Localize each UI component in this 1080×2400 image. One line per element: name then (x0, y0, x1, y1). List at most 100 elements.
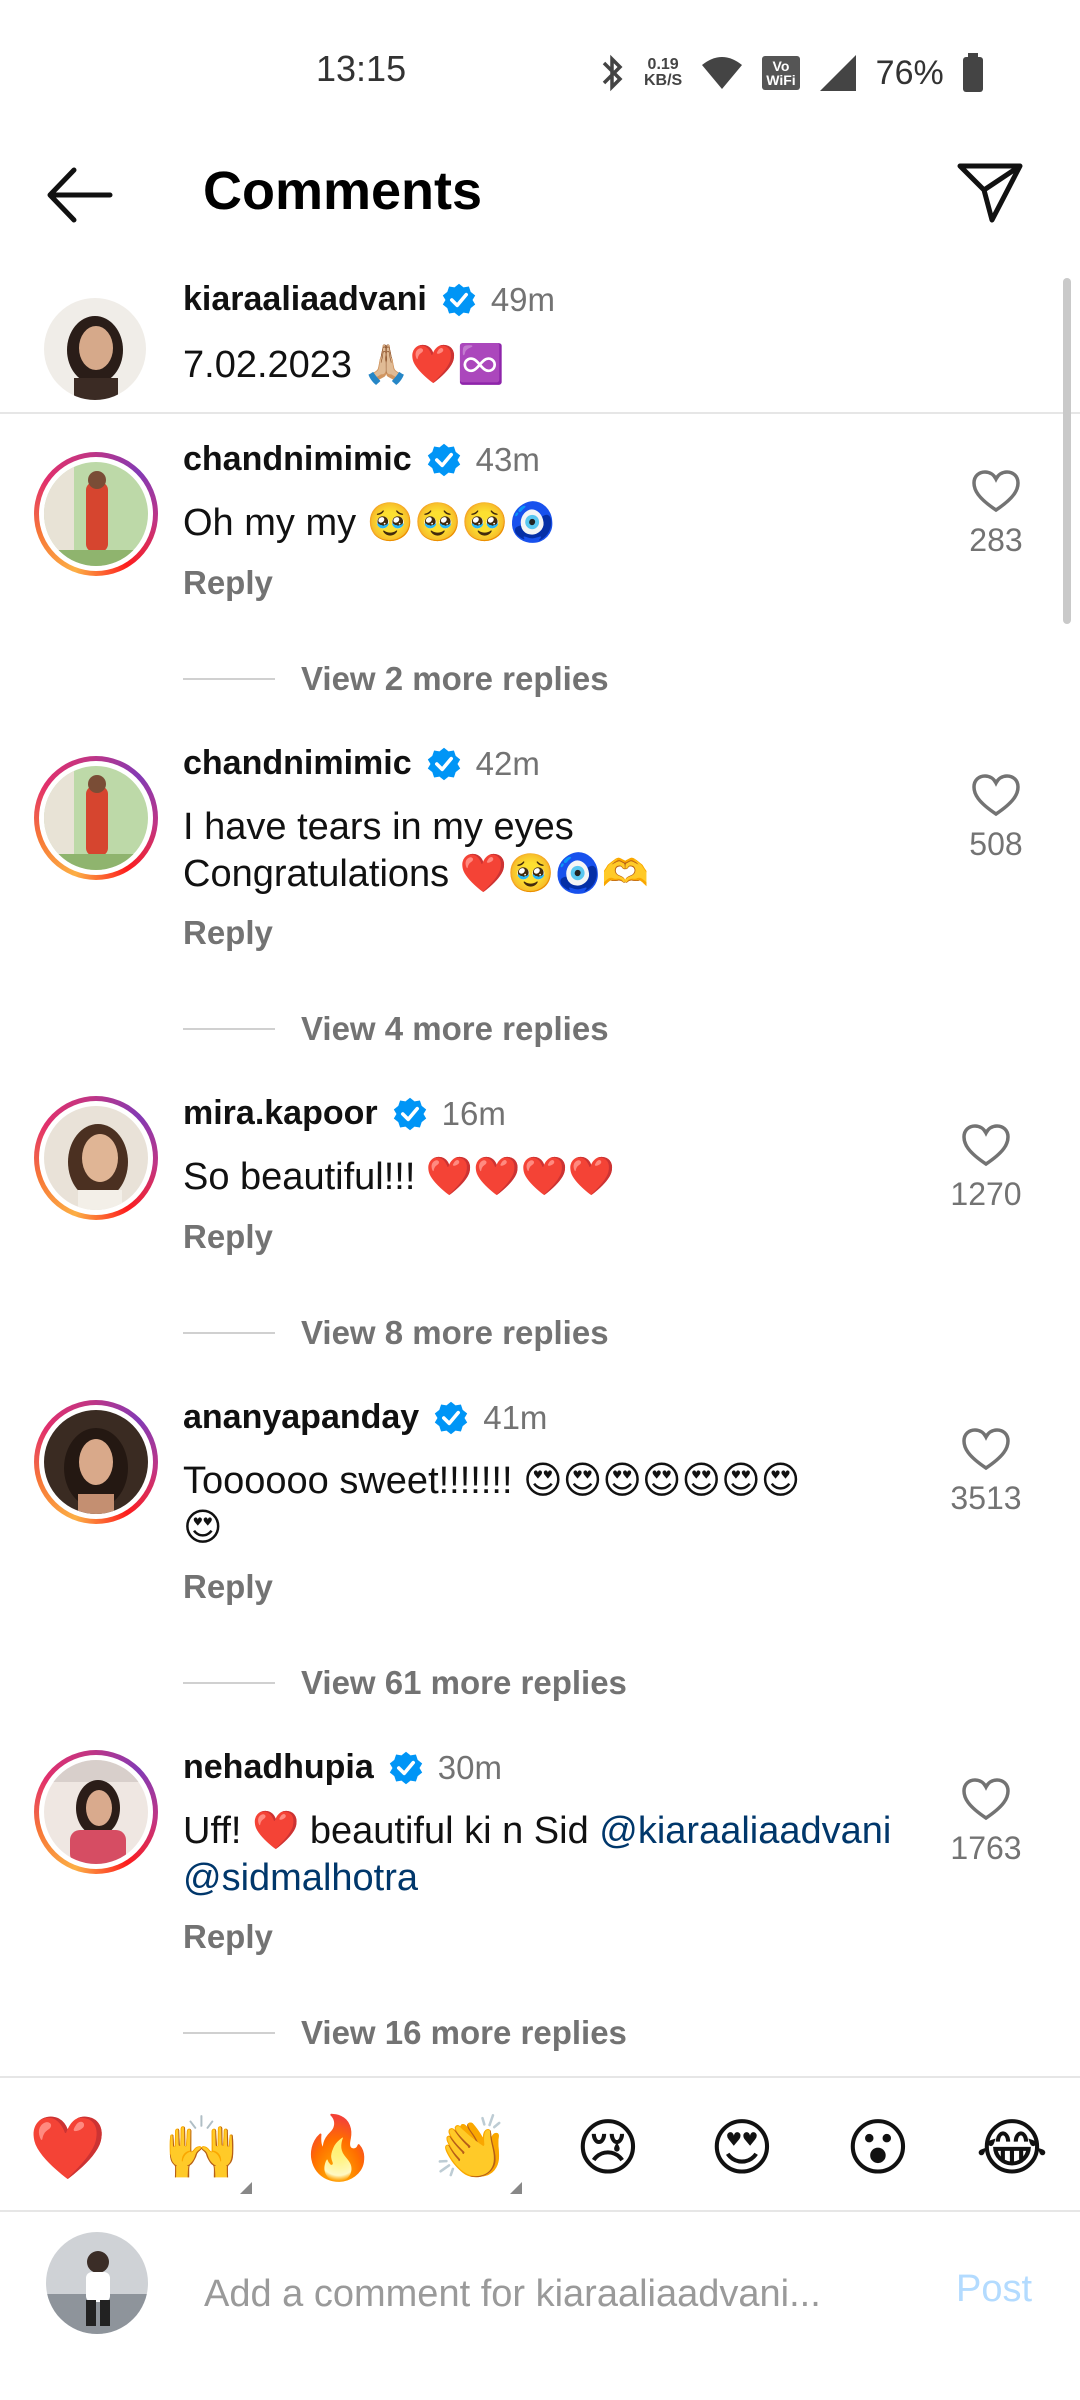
comment-text: So beautiful!!! ❤️❤️❤️❤️ (183, 1156, 616, 1198)
avatar[interactable] (34, 452, 158, 576)
battery-percent: 76% (875, 53, 944, 92)
reaction-clapping-hands[interactable]: 👏 (432, 2108, 522, 2194)
avatar-photo (44, 1106, 148, 1210)
vowifi-badge: Vo WiFi (762, 56, 800, 90)
view-more-replies[interactable]: View 16 more replies (183, 2014, 627, 2052)
comment-header: chandnimimic 43m (183, 440, 540, 479)
heart-outline-icon (962, 1428, 1010, 1471)
heart-outline-icon (962, 1124, 1010, 1167)
view-more-replies[interactable]: View 8 more replies (183, 1314, 609, 1352)
username[interactable]: chandnimimic (183, 744, 412, 783)
like-count: 1763 (950, 1830, 1022, 1866)
timestamp: 49m (490, 280, 556, 318)
cellular-signal-icon (819, 55, 856, 91)
wifi-icon (702, 57, 743, 89)
verified-badge-icon (389, 1751, 422, 1784)
username[interactable]: mira.kapoor (183, 1094, 378, 1133)
avatar-photo (44, 1760, 148, 1864)
scrollbar[interactable] (1063, 278, 1071, 624)
like-button[interactable]: 3513 (931, 1428, 1041, 1517)
comment-header: mira.kapoor 16m (183, 1094, 506, 1133)
username[interactable]: nehadhupia (183, 1748, 374, 1787)
reaction-fire[interactable]: 🔥 (298, 2108, 378, 2188)
reply-button[interactable]: Reply (183, 914, 273, 952)
verified-badge-icon (427, 443, 460, 476)
view-more-replies[interactable]: View 61 more replies (183, 1664, 627, 1702)
username[interactable]: chandnimimic (183, 440, 412, 479)
reply-button[interactable]: Reply (183, 1918, 273, 1956)
reaction-raising-hands[interactable]: 🙌 (162, 2108, 252, 2194)
network-speed: 0.19 KB/S (644, 56, 683, 89)
like-count: 1270 (950, 1176, 1022, 1212)
view-more-replies[interactable]: View 2 more replies (183, 660, 609, 698)
avatar-photo (44, 1410, 148, 1514)
mention-link[interactable]: @sidmalhotra (183, 1857, 418, 1899)
page-title: Comments (203, 161, 483, 221)
avatar-photo (44, 766, 148, 870)
comment-text: Toooooo sweet!!!!!!! 😍😍😍😍😍😍😍 😍 (183, 1460, 801, 1549)
avatar-photo (44, 298, 146, 400)
like-count: 3513 (950, 1480, 1022, 1516)
share-button[interactable] (954, 156, 1026, 228)
caption-text: 7.02.2023 🙏🏼❤️♾️ (183, 344, 505, 386)
username[interactable]: kiaraaliaadvani (183, 280, 427, 319)
avatar[interactable] (34, 1400, 158, 1524)
reaction-laughing-face[interactable]: 😂 (972, 2108, 1052, 2188)
like-button[interactable]: 1763 (931, 1778, 1041, 1867)
post-button[interactable]: Post (956, 2268, 1032, 2311)
avatar[interactable] (34, 756, 158, 880)
mention-link[interactable]: @kiaraaliaadvani (599, 1810, 891, 1852)
timestamp: 30m (437, 1748, 502, 1786)
comment-header: nehadhupia 30m (183, 1748, 502, 1787)
view-more-replies[interactable]: View 4 more replies (183, 1010, 609, 1048)
like-button[interactable]: 283 (941, 470, 1051, 559)
battery-icon (962, 53, 983, 92)
verified-badge-icon (435, 1401, 468, 1434)
avatar-photo (46, 2232, 148, 2334)
skin-tone-indicator (240, 2182, 252, 2194)
heart-outline-icon (962, 1778, 1010, 1821)
quick-reactions-bar: ❤️ 🙌 🔥 👏 😢 😍 😮 😂 (0, 2076, 1080, 2212)
like-count: 508 (969, 826, 1023, 862)
reaction-crying-face[interactable]: 😢 (568, 2108, 648, 2188)
current-user-avatar[interactable] (46, 2232, 148, 2334)
comment-input[interactable] (204, 2264, 904, 2324)
heart-outline-icon (972, 774, 1020, 817)
status-time: 13:15 (316, 48, 407, 89)
verified-badge-icon (427, 747, 460, 780)
comment-header: ananyapanday 41m (183, 1398, 547, 1437)
timestamp: 41m (483, 1398, 548, 1436)
verified-badge-icon (393, 1097, 426, 1130)
timestamp: 42m (475, 744, 540, 782)
reaction-heart-eyes[interactable]: 😍 (702, 2108, 782, 2188)
heart-outline-icon (972, 470, 1020, 513)
status-bar: 13:15 0.19 KB/S Vo WiFi 76% (0, 0, 1080, 140)
reaction-red-heart[interactable]: ❤️ (28, 2108, 108, 2188)
reply-button[interactable]: Reply (183, 1568, 273, 1606)
arrow-left-icon (47, 167, 113, 223)
reply-button[interactable]: Reply (183, 564, 273, 602)
comment-text: I have tears in my eyes Congratulations … (183, 806, 649, 895)
comment-composer: Post (0, 2212, 1080, 2400)
reply-button[interactable]: Reply (183, 1218, 273, 1256)
reaction-surprised-face[interactable]: 😮 (838, 2108, 918, 2188)
avatar-photo (44, 462, 148, 566)
caption-header: kiaraaliaadvani 49m (183, 280, 555, 319)
back-button[interactable] (40, 160, 120, 230)
username[interactable]: ananyapanday (183, 1398, 419, 1437)
like-button[interactable]: 1270 (931, 1124, 1041, 1213)
comment-text: Uff! ❤️ beautiful ki n Sid @kiaraaliaadv… (183, 1810, 892, 1899)
avatar[interactable] (34, 1750, 158, 1874)
post-caption: kiaraaliaadvani 49m 7.02.2023 🙏🏼❤️♾️ (0, 270, 1080, 414)
comment-text: Oh my my 🥹🥹🥹🧿 (183, 502, 556, 544)
like-count: 283 (969, 522, 1023, 558)
verified-badge-icon (442, 283, 476, 316)
timestamp: 16m (441, 1094, 506, 1132)
paper-plane-icon (957, 163, 1023, 223)
comment-header: chandnimimic 42m (183, 744, 540, 783)
like-button[interactable]: 508 (941, 774, 1051, 863)
avatar[interactable] (44, 298, 146, 400)
avatar[interactable] (34, 1096, 158, 1220)
skin-tone-indicator (510, 2182, 522, 2194)
header: Comments (0, 140, 1080, 250)
